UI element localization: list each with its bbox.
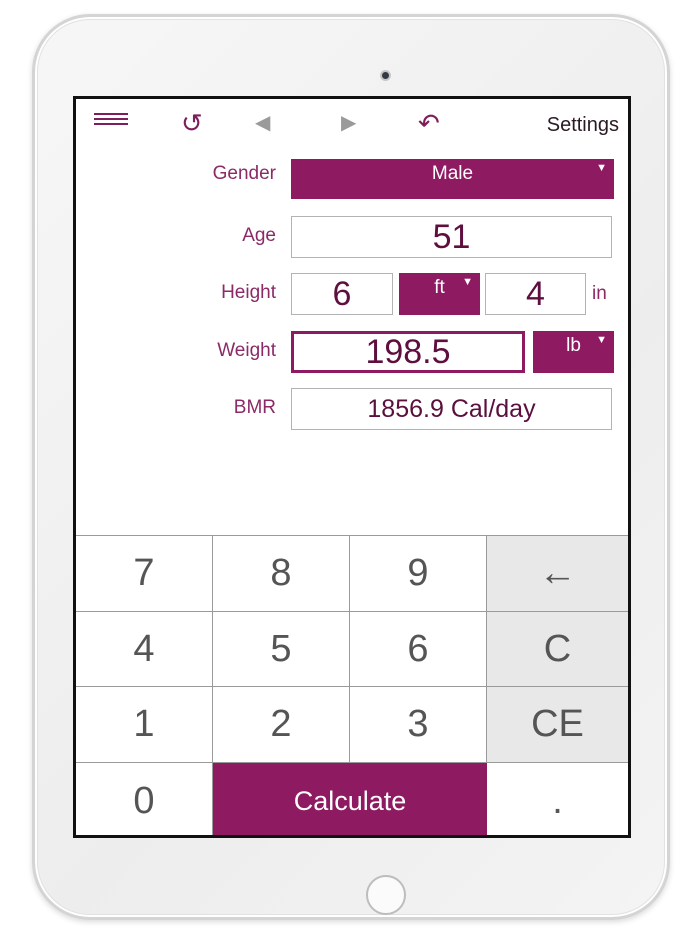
inches-unit-label: in xyxy=(592,283,607,304)
chevron-left-icon[interactable]: ◀ xyxy=(255,110,270,135)
bmr-result: 1856.9 Cal/day xyxy=(291,388,612,430)
key-9[interactable]: 9 xyxy=(350,536,487,612)
undo-icon[interactable]: ↶ xyxy=(418,108,440,139)
key-5[interactable]: 5 xyxy=(213,612,350,687)
height-label: Height xyxy=(221,282,276,303)
clear-entry-key[interactable]: CE xyxy=(487,687,628,763)
height-unit-select[interactable]: ft ▼ xyxy=(399,273,480,315)
home-button[interactable] xyxy=(366,875,406,915)
gender-value: Male xyxy=(431,163,474,184)
app-screen: ↺ ◀ ▶ ↶ Settings Gender Male ▼ Age 51 He… xyxy=(73,96,631,838)
gender-label: Gender xyxy=(212,163,276,184)
toolbar: ↺ ◀ ▶ ↶ Settings xyxy=(76,99,628,149)
refresh-icon[interactable]: ↺ xyxy=(181,108,203,139)
dropdown-caret-icon: ▼ xyxy=(596,334,607,346)
key-4[interactable]: 4 xyxy=(76,612,213,687)
age-label: Age xyxy=(242,225,276,246)
height-inches-field[interactable]: 4 xyxy=(485,273,586,315)
weight-unit-select[interactable]: lb ▼ xyxy=(533,331,614,373)
chevron-right-icon[interactable]: ▶ xyxy=(341,110,356,135)
key-3[interactable]: 3 xyxy=(350,687,487,763)
weight-field[interactable]: 198.5 xyxy=(291,331,525,373)
key-0[interactable]: 0 xyxy=(76,763,213,835)
key-8[interactable]: 8 xyxy=(213,536,350,612)
numeric-keypad: 7 8 9 ← 4 5 6 C 1 2 3 CE 0 Calculate . xyxy=(76,535,628,835)
key-6[interactable]: 6 xyxy=(350,612,487,687)
decimal-key[interactable]: . xyxy=(487,763,628,835)
age-field[interactable]: 51 xyxy=(291,216,612,258)
bmr-label: BMR xyxy=(233,397,276,418)
key-1[interactable]: 1 xyxy=(76,687,213,763)
dropdown-caret-icon: ▼ xyxy=(462,276,473,288)
backspace-key[interactable]: ← xyxy=(487,536,628,612)
height-feet-field[interactable]: 6 xyxy=(291,273,393,315)
dropdown-caret-icon: ▼ xyxy=(596,162,607,174)
camera-icon xyxy=(380,70,391,81)
settings-button[interactable]: Settings xyxy=(547,114,619,137)
key-7[interactable]: 7 xyxy=(76,536,213,612)
clear-key[interactable]: C xyxy=(487,612,628,687)
calculate-button[interactable]: Calculate xyxy=(213,763,487,835)
gender-select[interactable]: Male ▼ xyxy=(291,159,614,199)
weight-label: Weight xyxy=(217,340,276,361)
key-2[interactable]: 2 xyxy=(213,687,350,763)
hamburger-menu-icon[interactable] xyxy=(94,113,128,129)
